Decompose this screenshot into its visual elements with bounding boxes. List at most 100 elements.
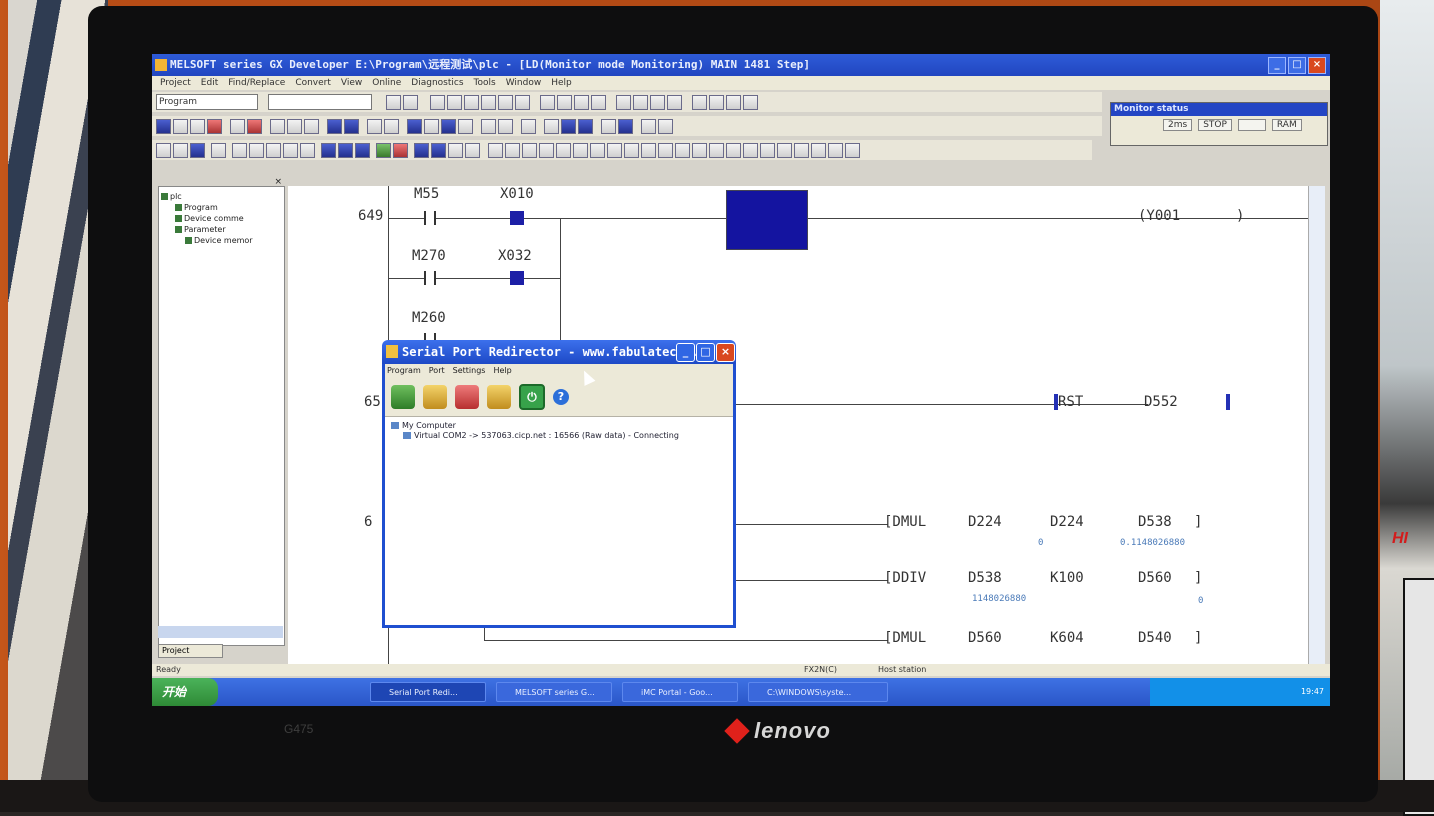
toolbar-button[interactable] <box>376 142 391 158</box>
paste-icon[interactable] <box>266 142 281 158</box>
toolbar-button[interactable] <box>464 94 479 110</box>
toolbar-button[interactable] <box>207 118 222 134</box>
task-serial-port-redirector[interactable]: Serial Port Redi... <box>370 682 486 702</box>
port-properties-icon[interactable] <box>487 385 511 409</box>
undo-icon[interactable] <box>283 142 298 158</box>
toolbar-button[interactable] <box>190 118 205 134</box>
toolbar-button[interactable] <box>367 118 382 134</box>
contact-m270[interactable] <box>424 271 436 285</box>
minimize-button[interactable]: _ <box>1268 57 1286 74</box>
toolbar-button[interactable] <box>561 118 576 134</box>
ladder-vertical-scrollbar[interactable] <box>1308 186 1325 664</box>
ladder-symbol-button[interactable] <box>794 142 809 158</box>
toolbar-button[interactable] <box>230 118 245 134</box>
ladder-symbol-button[interactable] <box>658 142 673 158</box>
toolbar-button[interactable] <box>441 118 456 134</box>
contact-x010-on[interactable] <box>510 211 524 225</box>
new-icon[interactable] <box>156 142 171 158</box>
save-icon[interactable] <box>190 142 205 158</box>
copy-icon[interactable] <box>249 142 264 158</box>
tree-root[interactable]: plc <box>161 191 282 202</box>
toolbar-button[interactable] <box>247 118 262 134</box>
ladder-symbol-button[interactable] <box>760 142 775 158</box>
toolbar-button[interactable] <box>270 118 285 134</box>
menu-tools[interactable]: Tools <box>474 78 496 88</box>
tab-project[interactable]: Project <box>158 644 223 658</box>
toolbar-button[interactable] <box>515 94 530 110</box>
toolbar-button[interactable] <box>447 94 462 110</box>
dialog-menu-program[interactable]: Program <box>387 364 421 378</box>
toolbar-button[interactable] <box>304 118 319 134</box>
print-icon[interactable] <box>211 142 226 158</box>
dialog-menu-help[interactable]: Help <box>493 364 511 378</box>
ladder-symbol-button[interactable] <box>692 142 707 158</box>
dialog-maximize-button[interactable]: □ <box>696 343 715 362</box>
toolbar-button[interactable] <box>540 94 555 110</box>
toolbar-button[interactable] <box>458 118 473 134</box>
toolbar-button[interactable] <box>424 118 439 134</box>
ladder-symbol-button[interactable] <box>726 142 741 158</box>
ladder-symbol-button[interactable] <box>539 142 554 158</box>
task-imc-portal[interactable]: iMC Portal - Goo... <box>622 682 738 702</box>
toolbar-button[interactable] <box>574 94 589 110</box>
menu-view[interactable]: View <box>341 78 362 88</box>
toolbar-button[interactable] <box>544 118 559 134</box>
program-select[interactable]: Program <box>156 94 258 110</box>
menu-diagnostics[interactable]: Diagnostics <box>411 78 463 88</box>
main-window-titlebar[interactable]: MELSOFT series GX Developer E:\Program\远… <box>152 54 1330 76</box>
ladder-symbol-button[interactable] <box>828 142 843 158</box>
toolbar-button[interactable] <box>414 142 429 158</box>
ladder-symbol-button[interactable] <box>607 142 622 158</box>
menu-window[interactable]: Window <box>506 78 542 88</box>
toolbar-button[interactable] <box>616 94 631 110</box>
toolbar-button[interactable] <box>481 118 496 134</box>
toolbar-button[interactable] <box>578 118 593 134</box>
toolbar-button[interactable] <box>327 118 342 134</box>
ladder-symbol-button[interactable] <box>488 142 503 158</box>
ladder-symbol-button[interactable] <box>811 142 826 158</box>
contact-m55[interactable] <box>424 211 436 225</box>
ladder-symbol-button[interactable] <box>845 142 860 158</box>
menu-project[interactable]: Project <box>160 78 191 88</box>
toolbar-button[interactable] <box>344 118 359 134</box>
dialog-titlebar[interactable]: Serial Port Redirector - www.fabulatec..… <box>382 340 736 364</box>
toolbar-button[interactable] <box>287 118 302 134</box>
ladder-symbol-button[interactable] <box>522 142 537 158</box>
menu-convert[interactable]: Convert <box>295 78 331 88</box>
toolbar-button[interactable] <box>591 94 606 110</box>
find-icon[interactable] <box>321 142 336 158</box>
toolbar-button[interactable] <box>393 142 408 158</box>
tree-my-computer[interactable]: My Computer <box>391 421 727 431</box>
toolbar-button[interactable] <box>618 118 633 134</box>
menu-help[interactable]: Help <box>551 78 572 88</box>
ladder-symbol-button[interactable] <box>556 142 571 158</box>
ladder-symbol-button[interactable] <box>624 142 639 158</box>
toolbar-button[interactable] <box>658 118 673 134</box>
toolbar-button[interactable] <box>633 94 648 110</box>
start-button[interactable]: 开始 <box>152 678 218 706</box>
maximize-button[interactable]: □ <box>1288 57 1306 74</box>
find-icon[interactable] <box>338 142 353 158</box>
toolbar-button[interactable] <box>173 118 188 134</box>
menu-find-replace[interactable]: Find/Replace <box>228 78 285 88</box>
ladder-symbol-button[interactable] <box>573 142 588 158</box>
ladder-symbol-button[interactable] <box>590 142 605 158</box>
tree-virtual-port[interactable]: Virtual COM2 -> 537063.cicp.net : 16566 … <box>391 431 727 441</box>
toolbar-button[interactable] <box>407 118 422 134</box>
contact-x032-on[interactable] <box>510 271 524 285</box>
tree-item-device-memory[interactable]: Device memor <box>161 235 282 246</box>
toolbar-button[interactable] <box>557 94 572 110</box>
toolbar-button[interactable] <box>465 142 480 158</box>
toolbar-button[interactable] <box>726 94 741 110</box>
tree-item-program[interactable]: Program <box>161 202 282 213</box>
ladder-symbol-button[interactable] <box>777 142 792 158</box>
close-icon[interactable]: × <box>274 177 282 187</box>
ladder-symbol-button[interactable] <box>505 142 520 158</box>
dialog-minimize-button[interactable]: _ <box>676 343 695 362</box>
cut-icon[interactable] <box>232 142 247 158</box>
ladder-symbol-button[interactable] <box>709 142 724 158</box>
remove-port-icon[interactable] <box>455 385 479 409</box>
toolbar-button[interactable] <box>641 118 656 134</box>
toolbar-button[interactable] <box>667 94 682 110</box>
toolbar-button[interactable] <box>430 94 445 110</box>
